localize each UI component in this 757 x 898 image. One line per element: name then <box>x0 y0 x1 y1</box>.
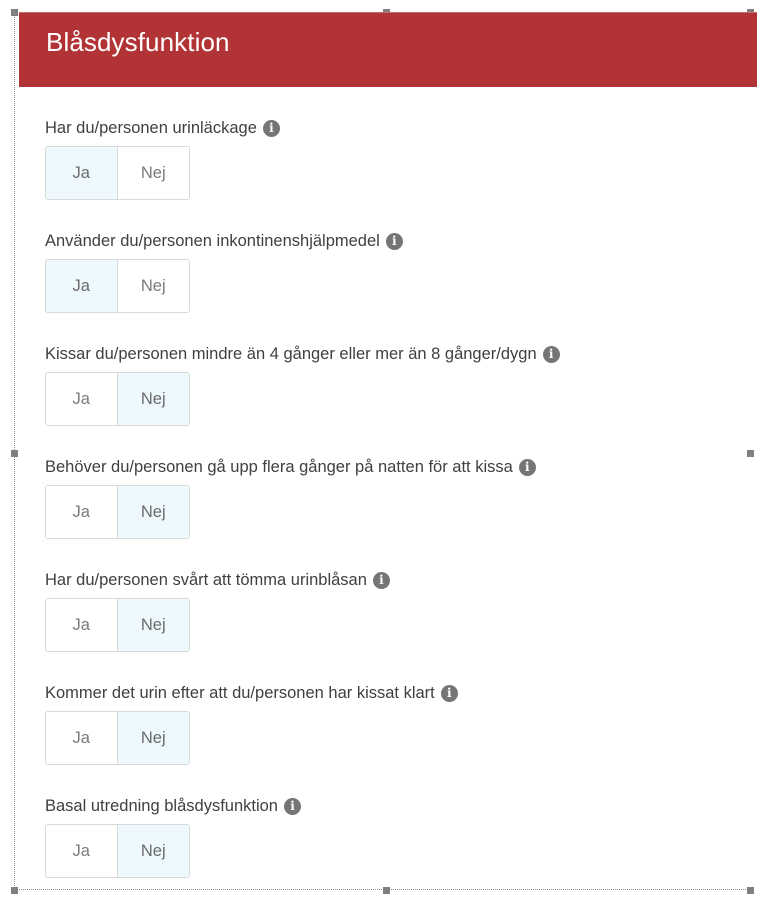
yes-no-toggle: Ja Nej <box>45 711 190 765</box>
resize-handle-top-left[interactable] <box>11 9 18 16</box>
question-item: Har du/personen urinläckage i Ja Nej <box>45 117 280 200</box>
info-icon[interactable]: i <box>385 232 403 250</box>
question-item: Använder du/personen inkontinenshjälpmed… <box>45 230 403 313</box>
yes-no-toggle: Ja Nej <box>45 824 190 878</box>
question-label: Basal utredning blåsdysfunktion i <box>45 795 301 817</box>
option-nej-button[interactable]: Nej <box>117 486 189 538</box>
question-label: Har du/personen urinläckage i <box>45 117 280 139</box>
option-ja-button[interactable]: Ja <box>46 147 118 199</box>
question-label: Har du/personen svårt att tömma urinblås… <box>45 569 390 591</box>
info-icon[interactable]: i <box>262 119 280 137</box>
yes-no-toggle: Ja Nej <box>45 598 190 652</box>
question-item: Kommer det urin efter att du/personen ha… <box>45 682 458 765</box>
section-title: Blåsdysfunktion <box>46 27 230 57</box>
option-nej-button[interactable]: Nej <box>117 825 189 877</box>
yes-no-toggle: Ja Nej <box>45 372 190 426</box>
question-item: Behöver du/personen gå upp flera gånger … <box>45 456 536 539</box>
question-text: Behöver du/personen gå upp flera gånger … <box>45 457 513 476</box>
question-label: Behöver du/personen gå upp flera gånger … <box>45 456 536 478</box>
resize-handle-bottom-middle[interactable] <box>383 887 390 894</box>
option-ja-button[interactable]: Ja <box>46 712 118 764</box>
option-ja-button[interactable]: Ja <box>46 260 118 312</box>
yes-no-toggle: Ja Nej <box>45 259 190 313</box>
resize-handle-middle-right[interactable] <box>747 450 754 457</box>
option-ja-button[interactable]: Ja <box>46 373 118 425</box>
option-ja-button[interactable]: Ja <box>46 825 118 877</box>
question-text: Basal utredning blåsdysfunktion <box>45 796 278 815</box>
option-ja-button[interactable]: Ja <box>46 486 118 538</box>
question-text: Har du/personen urinläckage <box>45 118 257 137</box>
resize-handle-middle-left[interactable] <box>11 450 18 457</box>
question-label: Kissar du/personen mindre än 4 gånger el… <box>45 343 560 365</box>
question-item: Kissar du/personen mindre än 4 gånger el… <box>45 343 560 426</box>
info-icon[interactable]: i <box>440 684 458 702</box>
option-nej-button[interactable]: Nej <box>117 147 189 199</box>
option-nej-button[interactable]: Nej <box>117 260 189 312</box>
question-item: Har du/personen svårt att tömma urinblås… <box>45 569 390 652</box>
question-text: Använder du/personen inkontinenshjälpmed… <box>45 231 380 250</box>
question-text: Har du/personen svårt att tömma urinblås… <box>45 570 367 589</box>
question-text: Kissar du/personen mindre än 4 gånger el… <box>45 344 537 363</box>
info-icon[interactable]: i <box>542 345 560 363</box>
question-label: Använder du/personen inkontinenshjälpmed… <box>45 230 403 252</box>
info-icon[interactable]: i <box>283 797 301 815</box>
option-nej-button[interactable]: Nej <box>117 373 189 425</box>
info-icon[interactable]: i <box>518 458 536 476</box>
resize-handle-bottom-right[interactable] <box>747 887 754 894</box>
question-item: Basal utredning blåsdysfunktion i Ja Nej <box>45 795 301 878</box>
yes-no-toggle: Ja Nej <box>45 146 190 200</box>
option-ja-button[interactable]: Ja <box>46 599 118 651</box>
option-nej-button[interactable]: Nej <box>117 599 189 651</box>
resize-handle-bottom-left[interactable] <box>11 887 18 894</box>
option-nej-button[interactable]: Nej <box>117 712 189 764</box>
info-icon[interactable]: i <box>372 571 390 589</box>
section-header: Blåsdysfunktion <box>19 12 757 87</box>
question-label: Kommer det urin efter att du/personen ha… <box>45 682 458 704</box>
question-text: Kommer det urin efter att du/personen ha… <box>45 683 435 702</box>
yes-no-toggle: Ja Nej <box>45 485 190 539</box>
